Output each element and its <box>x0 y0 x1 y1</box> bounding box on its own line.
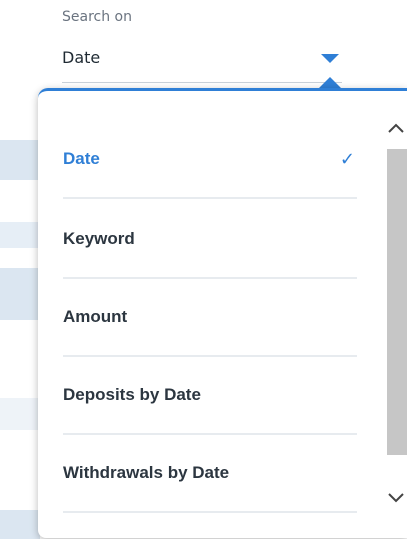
search-select-value[interactable]: Date <box>62 48 100 67</box>
option-label: Amount <box>63 307 128 326</box>
field-underline <box>62 82 342 83</box>
option-label: Deposits by Date <box>63 385 201 404</box>
search-dropdown-menu: Date ✓ Keyword Amount Deposits by Date W… <box>38 88 407 538</box>
background-row <box>0 140 40 180</box>
scrollbar-thumb[interactable] <box>387 149 407 455</box>
dropdown-option-amount[interactable]: Amount <box>63 279 357 357</box>
chevron-down-icon[interactable] <box>321 54 339 63</box>
option-label: Keyword <box>63 229 135 248</box>
chevron-up-icon[interactable] <box>385 115 407 141</box>
dropdown-option-date[interactable]: Date ✓ <box>63 121 357 199</box>
background-row <box>0 398 40 430</box>
dropdown-option-deposits-by-date[interactable]: Deposits by Date <box>63 357 357 435</box>
dropdown-pointer <box>319 77 341 88</box>
dropdown-option-withdrawals-by-date[interactable]: Withdrawals by Date <box>63 435 357 513</box>
option-label: Withdrawals by Date <box>63 463 230 482</box>
dropdown-scrollbar[interactable] <box>385 115 407 525</box>
background-row <box>0 510 40 539</box>
chevron-down-icon[interactable] <box>385 485 407 511</box>
background-row <box>0 222 40 248</box>
background-row <box>0 268 40 320</box>
dropdown-option-keyword[interactable]: Keyword <box>63 201 357 279</box>
check-icon: ✓ <box>339 148 355 170</box>
search-on-label: Search on <box>62 9 132 25</box>
option-label: Date <box>63 149 100 168</box>
